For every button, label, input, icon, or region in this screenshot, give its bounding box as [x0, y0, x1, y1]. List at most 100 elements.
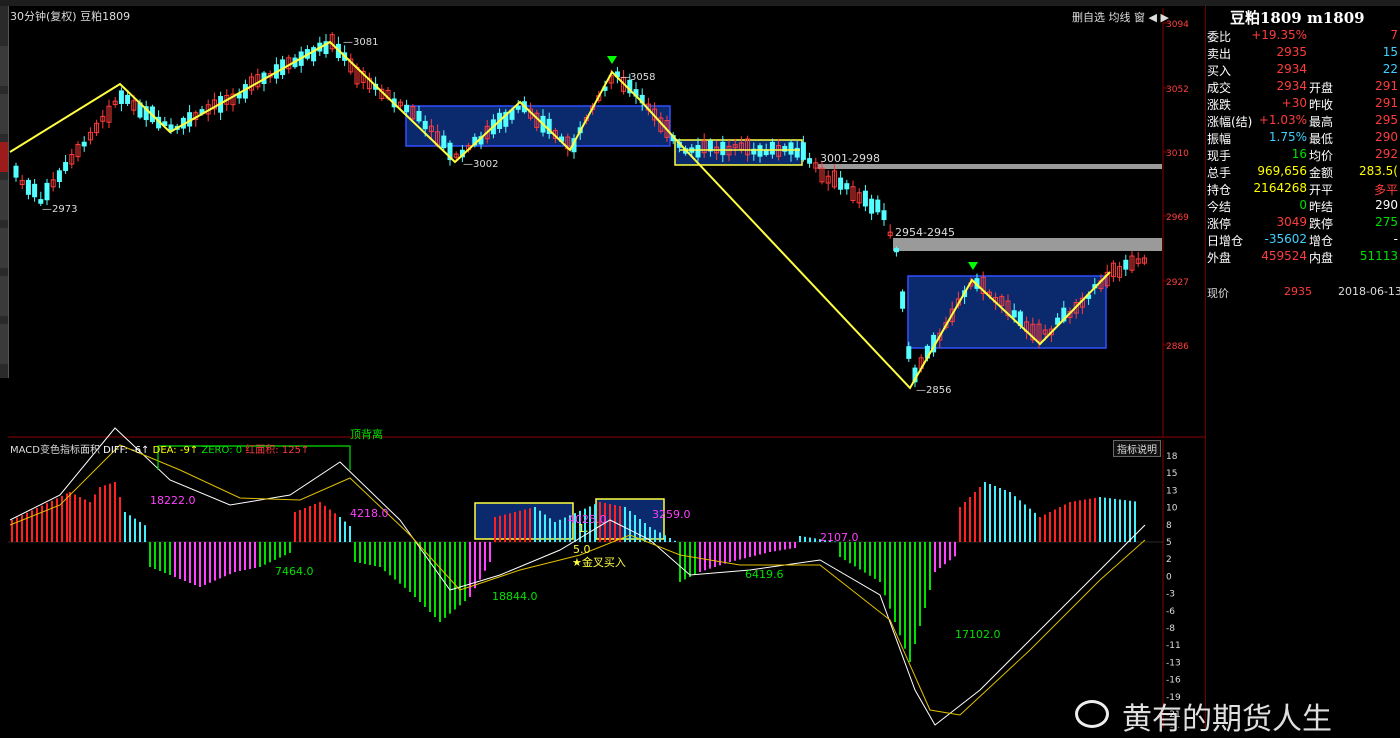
quote-row: 总手 969,656 金额 283.5(: [1207, 163, 1400, 180]
quote-row: 买入 2934 22: [1207, 61, 1400, 78]
candle-body: [720, 141, 726, 156]
candle-body: [838, 177, 844, 190]
candle-body: [769, 141, 775, 155]
quote-extra: 291: [1375, 96, 1398, 110]
quote-label: 涨跌: [1207, 98, 1232, 112]
macd-tick-label: -8: [1166, 624, 1175, 634]
quote-row: 涨幅(结) +1.03% 最高 295: [1207, 112, 1400, 129]
quote-label-2: 内盘: [1309, 251, 1334, 265]
label-low-3002: —3002: [463, 159, 498, 170]
price-tick-label: 3094: [1166, 20, 1189, 30]
quote-extra: 283.5(: [1358, 164, 1398, 178]
quote-extra: 7: [1390, 28, 1398, 42]
quote-value: +1.03%: [1258, 113, 1307, 127]
quote-row: 振幅 1.75% 最低 290: [1207, 129, 1400, 146]
candle-body: [1011, 310, 1017, 318]
toolbar-window[interactable]: 窗: [1134, 11, 1145, 24]
macd-diff: DIFF: -6↑: [99, 445, 153, 456]
quote-extra: 291: [1375, 79, 1398, 93]
candle-body: [875, 199, 881, 213]
quote-row: 持仓 2164268 开平 多平: [1207, 180, 1400, 197]
quote-value: 16: [1291, 147, 1307, 161]
quote-label-2: 最高: [1309, 115, 1334, 129]
quote-label-2: 跌停: [1309, 217, 1334, 231]
kline-chart-canvas[interactable]: —3081 —3058 —2973 —3002 —2856 3001-2998 2954-2…: [0, 0, 1400, 728]
quote-extra: 22: [1382, 62, 1398, 76]
macd-tick-label: -13: [1166, 658, 1181, 668]
label-area-4218: 4218.0: [350, 507, 389, 520]
candle-body: [695, 145, 701, 158]
quote-row: 日增仓 -35602 增仓 -: [1207, 231, 1400, 248]
quote-label-2: 开平: [1309, 183, 1334, 197]
watermark-text: 黄有的期货人生: [1122, 702, 1332, 737]
quote-label: 卖出: [1207, 47, 1232, 61]
quote-label: 买入: [1207, 64, 1232, 78]
label-gap-lower: 2954-2945: [895, 226, 955, 239]
toolbar-moving-average[interactable]: 均线: [1109, 11, 1131, 24]
timeshare-label: 现价: [1207, 287, 1229, 300]
candle-body: [63, 162, 69, 171]
quote-row: 今结 0 昨结 290: [1207, 197, 1400, 214]
quote-label-2: 昨结: [1309, 200, 1334, 214]
green-arrow-icon: [607, 56, 617, 64]
price-gap-bar-lower: [893, 238, 1162, 251]
candle-body: [1123, 259, 1129, 270]
candle-body: [515, 105, 521, 110]
toolbar-next-arrow[interactable]: ▶: [1160, 11, 1168, 24]
macd-tick-label: 0: [1166, 572, 1172, 582]
quote-value: +30: [1281, 96, 1307, 110]
indicator-help-button[interactable]: 指标说明: [1113, 440, 1161, 457]
quote-label: 涨停: [1207, 217, 1232, 231]
label-area-3259: 3259.0: [652, 508, 691, 521]
label-low-2856: —2856: [916, 385, 951, 396]
chart-toolbar[interactable]: 删自选 均线 窗 ◀ ▶: [1072, 9, 1169, 25]
label-area-6419: 6419.6: [745, 568, 784, 581]
quote-extra: 290: [1375, 130, 1398, 144]
label-area-18222: 18222.0: [150, 494, 196, 507]
candle-body: [441, 135, 447, 149]
candle-body: [757, 145, 763, 157]
quote-extra: 295: [1375, 113, 1398, 127]
candle-body: [38, 199, 44, 204]
macd-dea: DEA: -9↑: [152, 445, 202, 456]
candle-body: [844, 183, 850, 190]
quote-extra: 51113: [1359, 249, 1398, 263]
macd-tick-label: 13: [1166, 486, 1177, 496]
weibo-logo-icon: [1075, 700, 1109, 728]
quote-extra: 290: [1375, 198, 1398, 212]
quote-value: +19.35%: [1251, 28, 1307, 42]
candle-body: [118, 90, 124, 105]
macd-tick-label: -11: [1166, 641, 1181, 651]
toolbar-delete-favorite[interactable]: 删自选: [1072, 11, 1105, 24]
macd-tick-label: 18: [1166, 452, 1178, 462]
label-area-2107: 2107.0: [820, 531, 859, 544]
quote-extra: 292: [1375, 147, 1398, 161]
quote-label-2: 均价: [1309, 149, 1334, 163]
macd-red-area: 红面积: 125↑: [245, 445, 310, 456]
quote-label-2: 增仓: [1309, 234, 1334, 248]
label-area-17102: 17102.0: [955, 628, 1001, 641]
label-high-3081: —3081: [343, 37, 378, 48]
quote-label-2: 昨收: [1309, 98, 1334, 112]
macd-tick-label: 8: [1166, 521, 1172, 531]
quote-label: 成交: [1207, 81, 1232, 95]
quote-value: 3049: [1276, 215, 1307, 229]
quote-extra: 15: [1382, 45, 1398, 59]
quote-label: 持仓: [1207, 183, 1232, 197]
candle-body: [862, 190, 868, 207]
quote-value: -35602: [1264, 232, 1307, 246]
candle-body: [788, 142, 794, 155]
chart-title: 30分钟(复权) 豆粕1809: [10, 10, 131, 23]
toolbar-prev-arrow[interactable]: ◀: [1149, 11, 1157, 24]
macd-dea-line: [9, 444, 1146, 716]
price-tick-label: 2969: [1166, 213, 1189, 223]
macd-zero: ZERO: 0: [201, 445, 246, 456]
quote-value: 0: [1299, 198, 1307, 212]
quote-row: 卖出 2935 15: [1207, 44, 1400, 61]
price-tick-label: 2886: [1166, 342, 1189, 352]
label-area-7464: 7464.0: [275, 565, 314, 578]
contract-title: 豆粕1809 m1809: [1230, 9, 1365, 27]
quote-row: 外盘 459524 内盘 51113: [1207, 248, 1400, 265]
quote-value: 2934: [1276, 62, 1307, 76]
candle-body: [404, 104, 410, 113]
